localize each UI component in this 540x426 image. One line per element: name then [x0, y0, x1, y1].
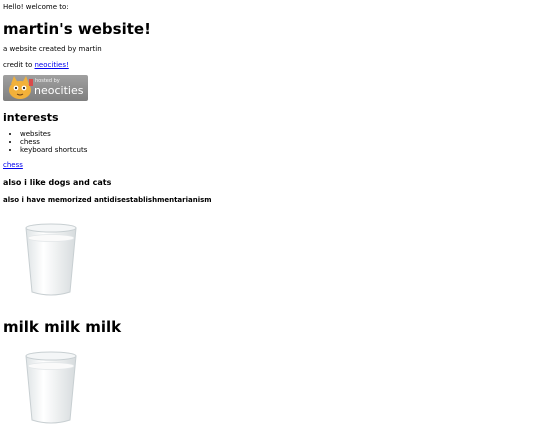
- neocities-cat-icon: [9, 76, 33, 99]
- neocities-link[interactable]: neocities!: [35, 61, 69, 69]
- neocities-badge[interactable]: hosted by neocities: [3, 75, 88, 101]
- greeting-text: Hello! welcome to:: [3, 3, 69, 11]
- list-item: websites: [20, 130, 87, 138]
- list-item: keyboard shortcuts: [20, 146, 87, 154]
- dogs-cats-heading: also i like dogs and cats: [3, 178, 112, 187]
- credit-line: credit to neocities!: [3, 61, 69, 70]
- badge-neocities: neocities: [34, 84, 84, 97]
- credit-prefix: credit to: [3, 61, 35, 69]
- memorized-heading: also i have memorized antidisestablishme…: [3, 196, 212, 204]
- page-title: martin's website!: [3, 20, 151, 38]
- milk-heading: milk milk milk: [3, 318, 122, 336]
- chess-link[interactable]: chess: [3, 161, 23, 170]
- subtitle-text: a website created by martin: [3, 45, 102, 53]
- interests-list: websites chess keyboard shortcuts: [10, 130, 87, 154]
- list-item: chess: [20, 138, 87, 146]
- page: Hello! welcome to: martin's website! a w…: [0, 0, 540, 424]
- interests-heading: interests: [3, 111, 59, 124]
- milk-glass-image: [25, 351, 77, 424]
- milk-glass-image: [25, 223, 77, 296]
